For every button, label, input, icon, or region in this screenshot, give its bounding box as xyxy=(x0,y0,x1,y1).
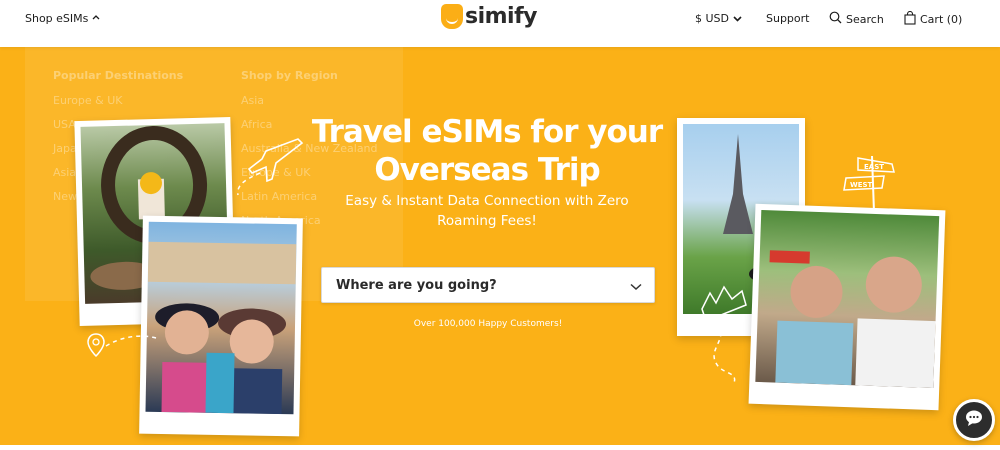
airplane-icon xyxy=(237,138,304,196)
logo-text: simify xyxy=(465,4,538,29)
ticket-doodle-icon xyxy=(701,285,747,384)
chevron-up-icon xyxy=(92,13,100,23)
support-link[interactable]: Support xyxy=(766,12,809,25)
sign-west-text: WEST xyxy=(850,181,873,189)
page-bottom xyxy=(0,445,1000,450)
chevron-down-icon xyxy=(733,12,742,25)
travel-photo-men-drinks xyxy=(748,203,946,411)
hero-title: Travel eSIMs for your Overseas Trip xyxy=(311,114,663,188)
menu-item[interactable]: Europe & UK xyxy=(53,94,183,118)
shop-esims-menu[interactable]: Shop eSIMs xyxy=(25,12,100,25)
photo-image xyxy=(755,209,940,389)
cart-label: Cart (0) xyxy=(920,13,963,26)
signpost-icon: EAST WEST xyxy=(843,155,895,212)
simify-logo[interactable]: simify xyxy=(441,4,538,29)
logo-mark-icon xyxy=(441,4,463,29)
popular-heading: Popular Destinations xyxy=(53,69,184,82)
currency-selector[interactable]: $ USD xyxy=(695,12,742,25)
cart-button[interactable]: Cart (0) xyxy=(904,10,963,28)
search-label: Search xyxy=(846,12,884,26)
currency-label: $ USD xyxy=(695,12,729,25)
hero-subtitle: Easy & Instant Data Connection with Zero… xyxy=(345,193,629,229)
chevron-down-icon xyxy=(630,276,642,295)
bag-icon xyxy=(904,10,916,28)
shop-esims-label: Shop eSIMs xyxy=(25,12,89,25)
destination-dropdown[interactable]: Where are you going? xyxy=(321,267,655,303)
happy-customers-text: Over 100,000 Happy Customers! xyxy=(413,319,563,329)
search-button[interactable]: Search xyxy=(829,11,884,27)
hero-section: Popular Destinations Europe & UK USA Jap… xyxy=(0,47,1000,445)
search-icon xyxy=(829,11,842,27)
chat-icon xyxy=(964,409,984,431)
destination-placeholder: Where are you going? xyxy=(336,277,497,293)
travel-photo-friends xyxy=(139,215,303,437)
photo-image xyxy=(145,221,297,415)
map-pin-icon xyxy=(87,333,157,358)
site-header: Shop eSIMs simify $ USD Support Search C… xyxy=(0,0,1000,47)
sign-east-text: EAST xyxy=(864,163,884,171)
region-heading: Shop by Region xyxy=(241,69,338,82)
chat-widget-button[interactable] xyxy=(953,399,995,441)
